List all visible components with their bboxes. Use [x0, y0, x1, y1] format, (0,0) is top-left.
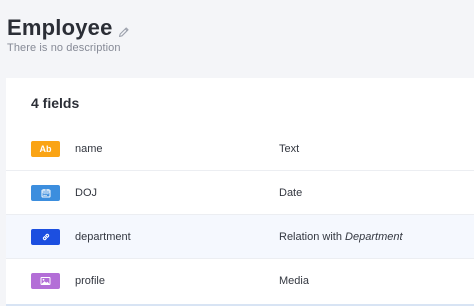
field-name: DOJ: [75, 186, 97, 199]
field-name: department: [75, 230, 131, 243]
relation-prefix: Relation with: [279, 230, 342, 243]
fields-card: 4 fields Ab name Text DOJ Date departmen…: [6, 78, 474, 306]
field-type: Media: [279, 275, 309, 287]
field-row-department[interactable]: department Relation with Department: [6, 215, 474, 259]
fields-count: 4 fields: [31, 95, 80, 111]
field-type: Text: [279, 142, 300, 155]
field-type: Relation with Department: [279, 231, 403, 243]
pencil-edit-icon[interactable]: [118, 25, 130, 38]
text-type-icon: Ab: [31, 140, 60, 157]
page-title: Employee: [7, 15, 113, 40]
calendar-icon: [31, 184, 60, 201]
field-name: name: [75, 142, 103, 155]
image-icon: [31, 273, 60, 289]
text-type-badge-label: Ab: [39, 143, 52, 154]
field-name: profile: [75, 275, 105, 287]
relation-target: Department: [345, 230, 403, 243]
field-type: Date: [279, 186, 303, 199]
field-row-doj[interactable]: DOJ Date: [6, 171, 474, 215]
field-row-name[interactable]: Ab name Text: [6, 127, 474, 171]
title-row: Employee: [7, 14, 474, 42]
page-description: There is no description: [7, 42, 121, 54]
relation-link-icon: [31, 228, 60, 245]
page-header: Employee There is no description: [7, 14, 474, 54]
field-row-profile[interactable]: profile Media: [6, 259, 474, 303]
